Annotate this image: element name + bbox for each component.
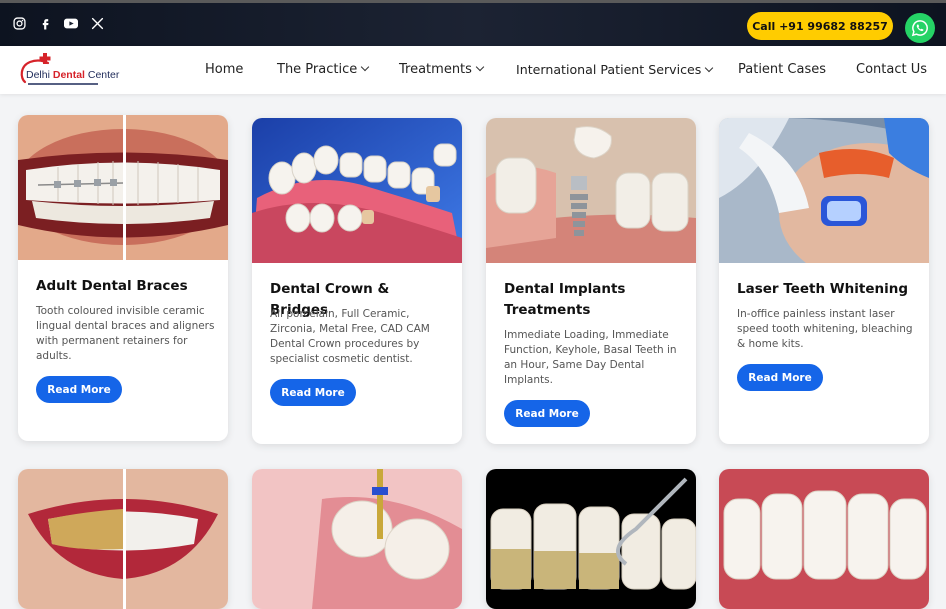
card-description: Immediate Loading, Immediate Function, K… [504, 329, 677, 386]
nav-item-home[interactable]: Home [205, 62, 243, 77]
nav-item-label: Home [205, 62, 244, 77]
nav-item-treatments[interactable]: Treatments [399, 62, 485, 77]
nav-item-contact-us[interactable]: Contact Us [856, 62, 927, 77]
teeth-scaling-image [486, 469, 696, 609]
treatment-card-crown-bridges: Dental Crown & Bridges All porcelain, Fu… [252, 118, 462, 444]
instagram-icon[interactable] [12, 16, 26, 30]
braces-smile-image [18, 115, 228, 260]
card-description: All porcelain, Full Ceramic, Zirconia, M… [270, 308, 430, 365]
treatment-card-scaling [486, 469, 696, 609]
card-title: Dental Implants Treatments [504, 281, 626, 318]
nav-item-label: Patient Cases [738, 62, 826, 77]
treatment-card-implants: Dental Implants Treatments Immediate Loa… [486, 118, 696, 444]
facebook-icon[interactable] [38, 16, 52, 30]
social-links [12, 16, 104, 30]
treatment-card-root-canal [252, 469, 462, 609]
main-navigation: Delhi Dental Center Home The Practice Tr… [0, 46, 946, 94]
root-canal-image [252, 469, 462, 609]
chevron-down-icon [705, 63, 714, 73]
whatsapp-icon[interactable] [905, 13, 935, 43]
x-icon[interactable] [90, 16, 104, 30]
nav-item-label: International Patient Services [516, 62, 702, 77]
nav-item-label: The Practice [277, 62, 358, 77]
nav-item-patient-cases[interactable]: Patient Cases [738, 62, 826, 77]
read-more-button[interactable]: Read More [36, 376, 122, 403]
nav-item-label: Contact Us [856, 62, 927, 77]
card-description: Tooth coloured invisible ceramic lingual… [36, 305, 215, 362]
treatment-card-smile-whitening [18, 469, 228, 609]
nav-menu: Home The Practice Treatments Internation… [0, 46, 946, 94]
dental-implant-image [486, 118, 696, 263]
top-bar: Call +91 99682 88257 [0, 0, 946, 46]
treatment-card-gum-treatment [719, 469, 929, 609]
dental-bridge-image [252, 118, 462, 263]
call-button[interactable]: Call +91 99682 88257 [747, 12, 893, 40]
gum-treatment-image [719, 469, 929, 609]
card-description: In-office painless instant laser speed t… [737, 308, 913, 350]
nav-item-the-practice[interactable]: The Practice [277, 62, 370, 77]
chevron-down-icon [360, 62, 370, 72]
nav-item-international-patient-services[interactable]: International Patient Services [516, 62, 714, 77]
card-title: Adult Dental Braces [36, 278, 188, 294]
nav-item-label: Treatments [399, 62, 472, 77]
youtube-icon[interactable] [64, 16, 78, 30]
read-more-button[interactable]: Read More [737, 364, 823, 391]
laser-whitening-image [719, 118, 929, 263]
whitening-before-after-image [18, 469, 228, 609]
treatment-card-laser-whitening: Laser Teeth Whitening In-office painless… [719, 118, 929, 444]
card-title: Laser Teeth Whitening [737, 281, 909, 297]
treatment-card-braces: Adult Dental Braces Tooth coloured invis… [18, 115, 228, 441]
read-more-button[interactable]: Read More [270, 379, 356, 406]
chevron-down-icon [475, 62, 485, 72]
read-more-button[interactable]: Read More [504, 400, 590, 427]
